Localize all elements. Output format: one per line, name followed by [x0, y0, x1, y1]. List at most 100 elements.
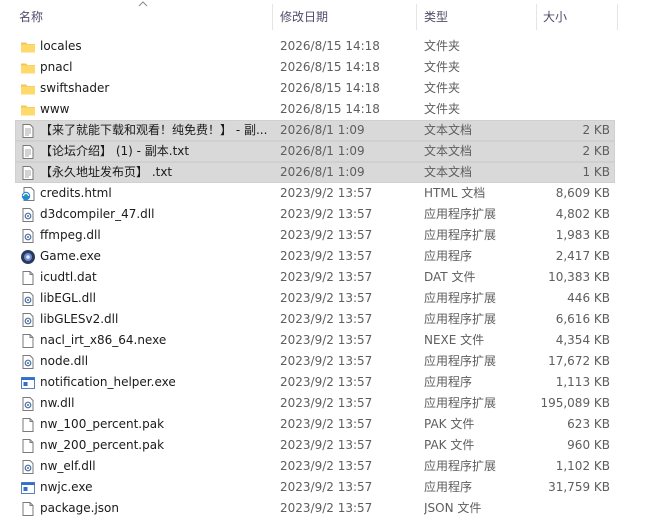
folder-icon: [20, 81, 36, 97]
column-header-date[interactable]: 修改日期: [280, 0, 410, 34]
file-row[interactable]: www 2026/8/15 14:18 文件夹: [15, 99, 615, 120]
column-separator[interactable]: [416, 4, 417, 30]
file-row[interactable]: 【永久地址发布页】 .txt 2026/8/1 1:09 文本文档 1 KB: [15, 162, 615, 183]
column-separator[interactable]: [272, 4, 273, 30]
file-row[interactable]: nw_200_percent.pak 2023/9/2 13:57 PAK 文件 96…: [15, 435, 615, 456]
file-row[interactable]: ffmpeg.dll 2023/9/2 13:57 应用程序扩展 1,983 KB: [15, 225, 615, 246]
column-separator[interactable]: [617, 4, 618, 30]
file-type: 文件夹: [424, 60, 461, 74]
file-size: 195,089 KB: [540, 396, 610, 410]
file-size: 8,609 KB: [555, 186, 610, 200]
file-type: 应用程序: [424, 480, 473, 494]
file-name: pnacl: [40, 60, 73, 74]
file-row[interactable]: libGLESv2.dll 2023/9/2 13:57 应用程序扩展 6,616 K…: [15, 309, 615, 330]
file-row[interactable]: icudtl.dat 2023/9/2 13:57 DAT 文件 10,383 KB: [15, 267, 615, 288]
column-header-type[interactable]: 类型: [424, 0, 534, 34]
file-size: 1 KB: [582, 165, 610, 179]
file-row[interactable]: nw_100_percent.pak 2023/9/2 13:57 PAK 文件 62…: [15, 414, 615, 435]
file-type: 应用程序扩展: [424, 459, 497, 473]
file-date: 2026/8/1 1:09: [280, 123, 365, 137]
column-header-size[interactable]: 大小: [543, 0, 613, 34]
file-row[interactable]: node.dll 2023/9/2 13:57 应用程序扩展 17,672 KB: [15, 351, 615, 372]
column-header-bar: 名称 修改日期 类型 大小: [0, 0, 669, 34]
file-date: 2023/9/2 13:57: [280, 438, 373, 452]
file-row[interactable]: notification_helper.exe 2023/9/2 13:57 应用程…: [15, 372, 615, 393]
file-size: 960 KB: [567, 438, 610, 452]
folder-icon: [20, 102, 36, 118]
file-date: 2023/9/2 13:57: [280, 333, 373, 347]
file-size: 17,672 KB: [548, 354, 610, 368]
file-row[interactable]: nw_elf.dll 2023/9/2 13:57 应用程序扩展 1,102 KB: [15, 456, 615, 477]
file-name: swiftshader: [40, 81, 110, 95]
file-date: 2023/9/2 13:57: [280, 354, 373, 368]
file-name: 【论坛介绍】 (1) - 副本.txt: [40, 144, 190, 158]
file-size: 2 KB: [582, 144, 610, 158]
dll-file-icon: [20, 312, 36, 328]
dll-file-icon: [20, 354, 36, 370]
file-name: Game.exe: [40, 249, 101, 263]
file-row[interactable]: pnacl 2026/8/15 14:18 文件夹: [15, 57, 615, 78]
file-row[interactable]: nacl_irt_x86_64.nexe 2023/9/2 13:57 NEXE 文…: [15, 330, 615, 351]
file-date: 2023/9/2 13:57: [280, 312, 373, 326]
column-header-size-label: 大小: [543, 10, 568, 24]
file-date: 2023/9/2 13:57: [280, 417, 373, 431]
file-name: www: [40, 102, 70, 116]
exe-file-icon: [20, 480, 36, 496]
file-type: PAK 文件: [424, 417, 475, 431]
file-name: nacl_irt_x86_64.nexe: [40, 333, 167, 347]
file-size: 2,417 KB: [555, 249, 610, 263]
file-row[interactable]: Game.exe 2023/9/2 13:57 应用程序 2,417 KB: [15, 246, 615, 267]
file-type: 应用程序扩展: [424, 228, 497, 242]
file-size: 1,983 KB: [555, 228, 610, 242]
file-row[interactable]: swiftshader 2026/8/15 14:18 文件夹: [15, 78, 615, 99]
dll-file-icon: [20, 228, 36, 244]
file-date: 2026/8/15 14:18: [280, 39, 380, 53]
file-date: 2026/8/15 14:18: [280, 60, 380, 74]
file-size: 623 KB: [567, 417, 610, 431]
file-type: HTML 文档: [424, 186, 486, 200]
text-file-icon: [20, 144, 36, 160]
file-name: d3dcompiler_47.dll: [40, 207, 155, 221]
file-row[interactable]: d3dcompiler_47.dll 2023/9/2 13:57 应用程序扩展 4,…: [15, 204, 615, 225]
file-name: nw_100_percent.pak: [40, 417, 165, 431]
folder-icon: [20, 60, 36, 76]
dll-file-icon: [20, 396, 36, 412]
file-type: 文件夹: [424, 102, 461, 116]
file-type: PAK 文件: [424, 438, 475, 452]
blank-file-icon: [20, 333, 36, 349]
file-row[interactable]: 【来了就能下载和观看！纯免费！】 - 副... 2026/8/1 1:09 文本文档…: [15, 120, 615, 141]
file-name: nwjc.exe: [40, 480, 93, 494]
text-file-icon: [20, 123, 36, 139]
file-name: nw_200_percent.pak: [40, 438, 165, 452]
file-type: 文件夹: [424, 81, 461, 95]
file-type: 应用程序扩展: [424, 207, 497, 221]
file-type: 文本文档: [424, 144, 473, 158]
html-file-icon: [20, 186, 36, 202]
file-name: 【永久地址发布页】 .txt: [40, 165, 173, 179]
file-row[interactable]: credits.html 2023/9/2 13:57 HTML 文档 8,609 K…: [15, 183, 615, 204]
file-date: 2026/8/1 1:09: [280, 165, 365, 179]
text-file-icon: [20, 165, 36, 181]
file-type: 应用程序扩展: [424, 354, 497, 368]
file-row[interactable]: locales 2026/8/15 14:18 文件夹: [15, 36, 615, 57]
file-row[interactable]: nw.dll 2023/9/2 13:57 应用程序扩展 195,089 KB: [15, 393, 615, 414]
file-size: 4,354 KB: [555, 333, 610, 347]
file-name: 【来了就能下载和观看！纯免费！】 - 副...: [40, 123, 268, 137]
file-row[interactable]: libEGL.dll 2023/9/2 13:57 应用程序扩展 446 KB: [15, 288, 615, 309]
file-name: locales: [40, 39, 82, 53]
file-name: credits.html: [40, 186, 112, 200]
file-row[interactable]: nwjc.exe 2023/9/2 13:57 应用程序 31,759 KB: [15, 477, 615, 498]
file-type: 应用程序: [424, 249, 473, 263]
blank-file-icon: [20, 438, 36, 454]
file-type: 文本文档: [424, 123, 473, 137]
file-row[interactable]: 【论坛介绍】 (1) - 副本.txt 2026/8/1 1:09 文本文档 2 KB: [15, 141, 615, 162]
file-size: 2 KB: [582, 123, 610, 137]
file-size: [535, 99, 610, 120]
file-date: 2023/9/2 13:57: [280, 480, 373, 494]
column-separator[interactable]: [536, 4, 537, 30]
file-date: 2023/9/2 13:57: [280, 291, 373, 305]
file-date: 2026/8/15 14:18: [280, 102, 380, 116]
blank-file-icon: [20, 417, 36, 433]
file-name: node.dll: [40, 354, 89, 368]
file-size: [535, 78, 610, 99]
